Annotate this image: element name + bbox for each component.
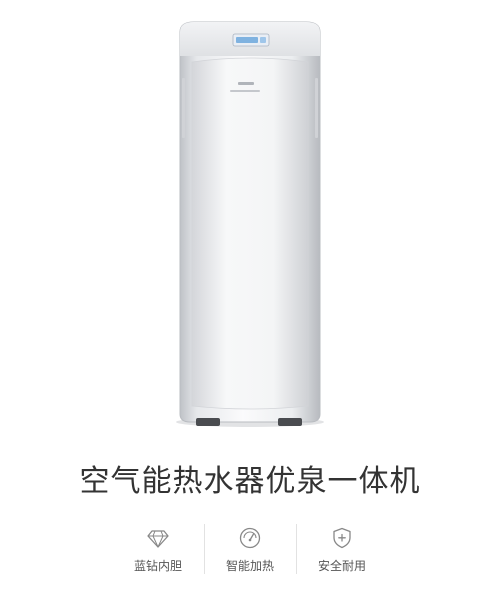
feature-list: 蓝钻内胆 智能加热 安全耐用 bbox=[112, 520, 388, 580]
shield-plus-icon bbox=[333, 527, 351, 549]
feature-item-safety: 安全耐用 bbox=[296, 520, 388, 580]
gauge-icon bbox=[239, 527, 261, 549]
diamond-icon bbox=[147, 530, 169, 548]
feature-item-liner: 蓝钻内胆 bbox=[112, 520, 204, 580]
feature-label: 安全耐用 bbox=[317, 559, 366, 573]
right-foot bbox=[278, 418, 302, 426]
brand-logo-mark bbox=[238, 82, 254, 85]
feature-label: 智能加热 bbox=[225, 559, 274, 573]
feature-label: 蓝钻内胆 bbox=[133, 559, 182, 573]
feature-item-heating: 智能加热 bbox=[204, 520, 296, 580]
product-image bbox=[170, 18, 330, 430]
product-title: 空气能热水器优泉一体机 bbox=[79, 464, 421, 499]
left-foot bbox=[196, 418, 220, 426]
water-heater-illustration bbox=[176, 21, 324, 427]
